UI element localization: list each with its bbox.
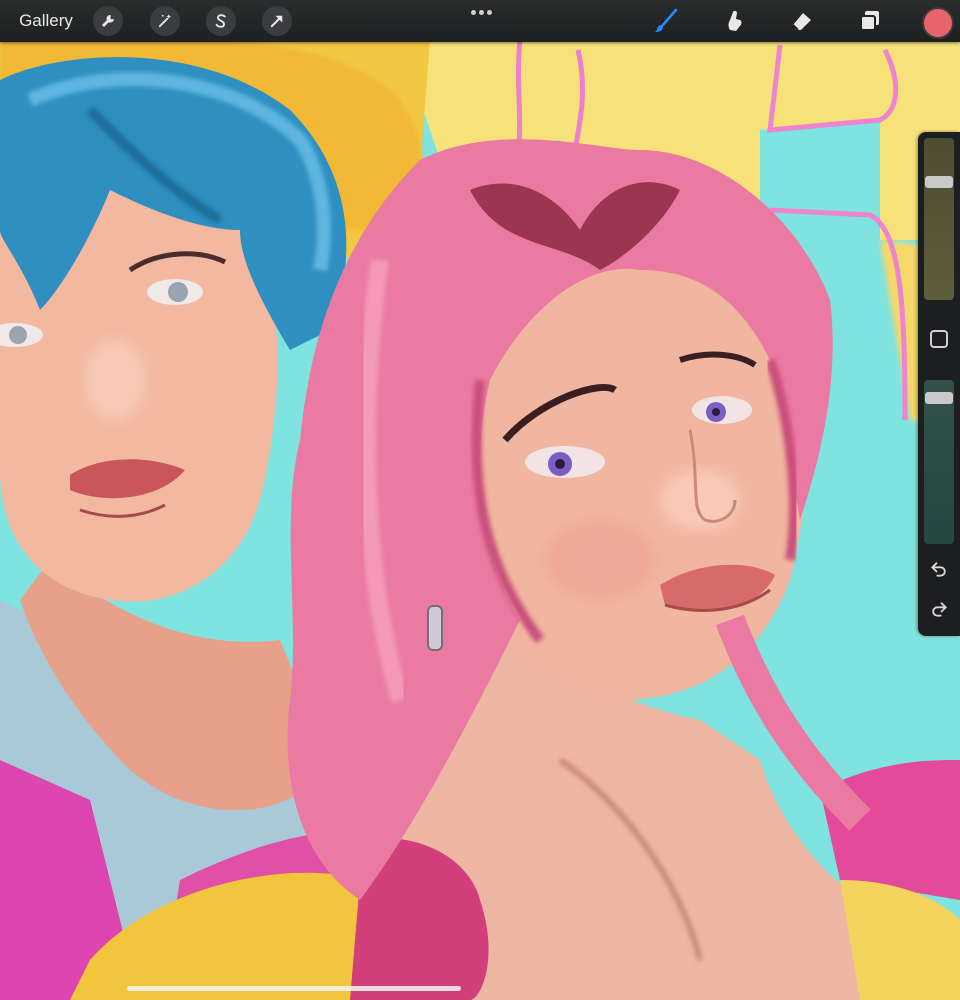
eraser-tool-button[interactable] — [786, 6, 818, 36]
redo-icon — [932, 602, 947, 617]
dot-icon — [470, 9, 476, 15]
eraser-icon — [792, 13, 811, 31]
layers-icon — [860, 11, 879, 31]
actions-wrench-button[interactable] — [93, 6, 123, 36]
redo-button[interactable] — [927, 597, 951, 621]
gallery-label: Gallery — [19, 11, 73, 30]
more-options-button[interactable] — [468, 2, 494, 22]
artwork-illustration — [0, 0, 960, 1000]
sidebar — [918, 132, 960, 636]
smudge-tool-button[interactable] — [718, 6, 750, 36]
undo-icon — [931, 562, 946, 577]
brush-size-thumb[interactable] — [925, 175, 953, 188]
opacity-thumb[interactable] — [925, 392, 953, 405]
color-picker-button[interactable] — [922, 7, 954, 39]
gallery-button[interactable]: Gallery — [10, 6, 82, 36]
dot-icon — [486, 9, 492, 15]
smudge-icon — [728, 10, 742, 31]
transform-arrow-icon — [270, 15, 283, 28]
selection-button[interactable] — [206, 6, 236, 36]
dot-icon — [478, 9, 484, 15]
wrench-icon — [102, 14, 115, 27]
magic-wand-icon — [158, 14, 171, 28]
opacity-slider[interactable] — [924, 380, 954, 544]
drawing-canvas[interactable] — [0, 0, 960, 1000]
home-indicator[interactable] — [127, 986, 461, 991]
undo-button[interactable] — [927, 557, 951, 581]
adjustments-button[interactable] — [150, 6, 180, 36]
top-toolbar: Gallery — [0, 0, 960, 42]
brush-icon — [655, 8, 678, 32]
selection-s-icon — [215, 14, 226, 28]
modify-button[interactable] — [930, 330, 948, 348]
transform-button[interactable] — [262, 6, 292, 36]
brush-size-slider[interactable] — [924, 138, 954, 300]
layers-button[interactable] — [854, 6, 886, 36]
brush-tool-button[interactable] — [650, 6, 682, 36]
